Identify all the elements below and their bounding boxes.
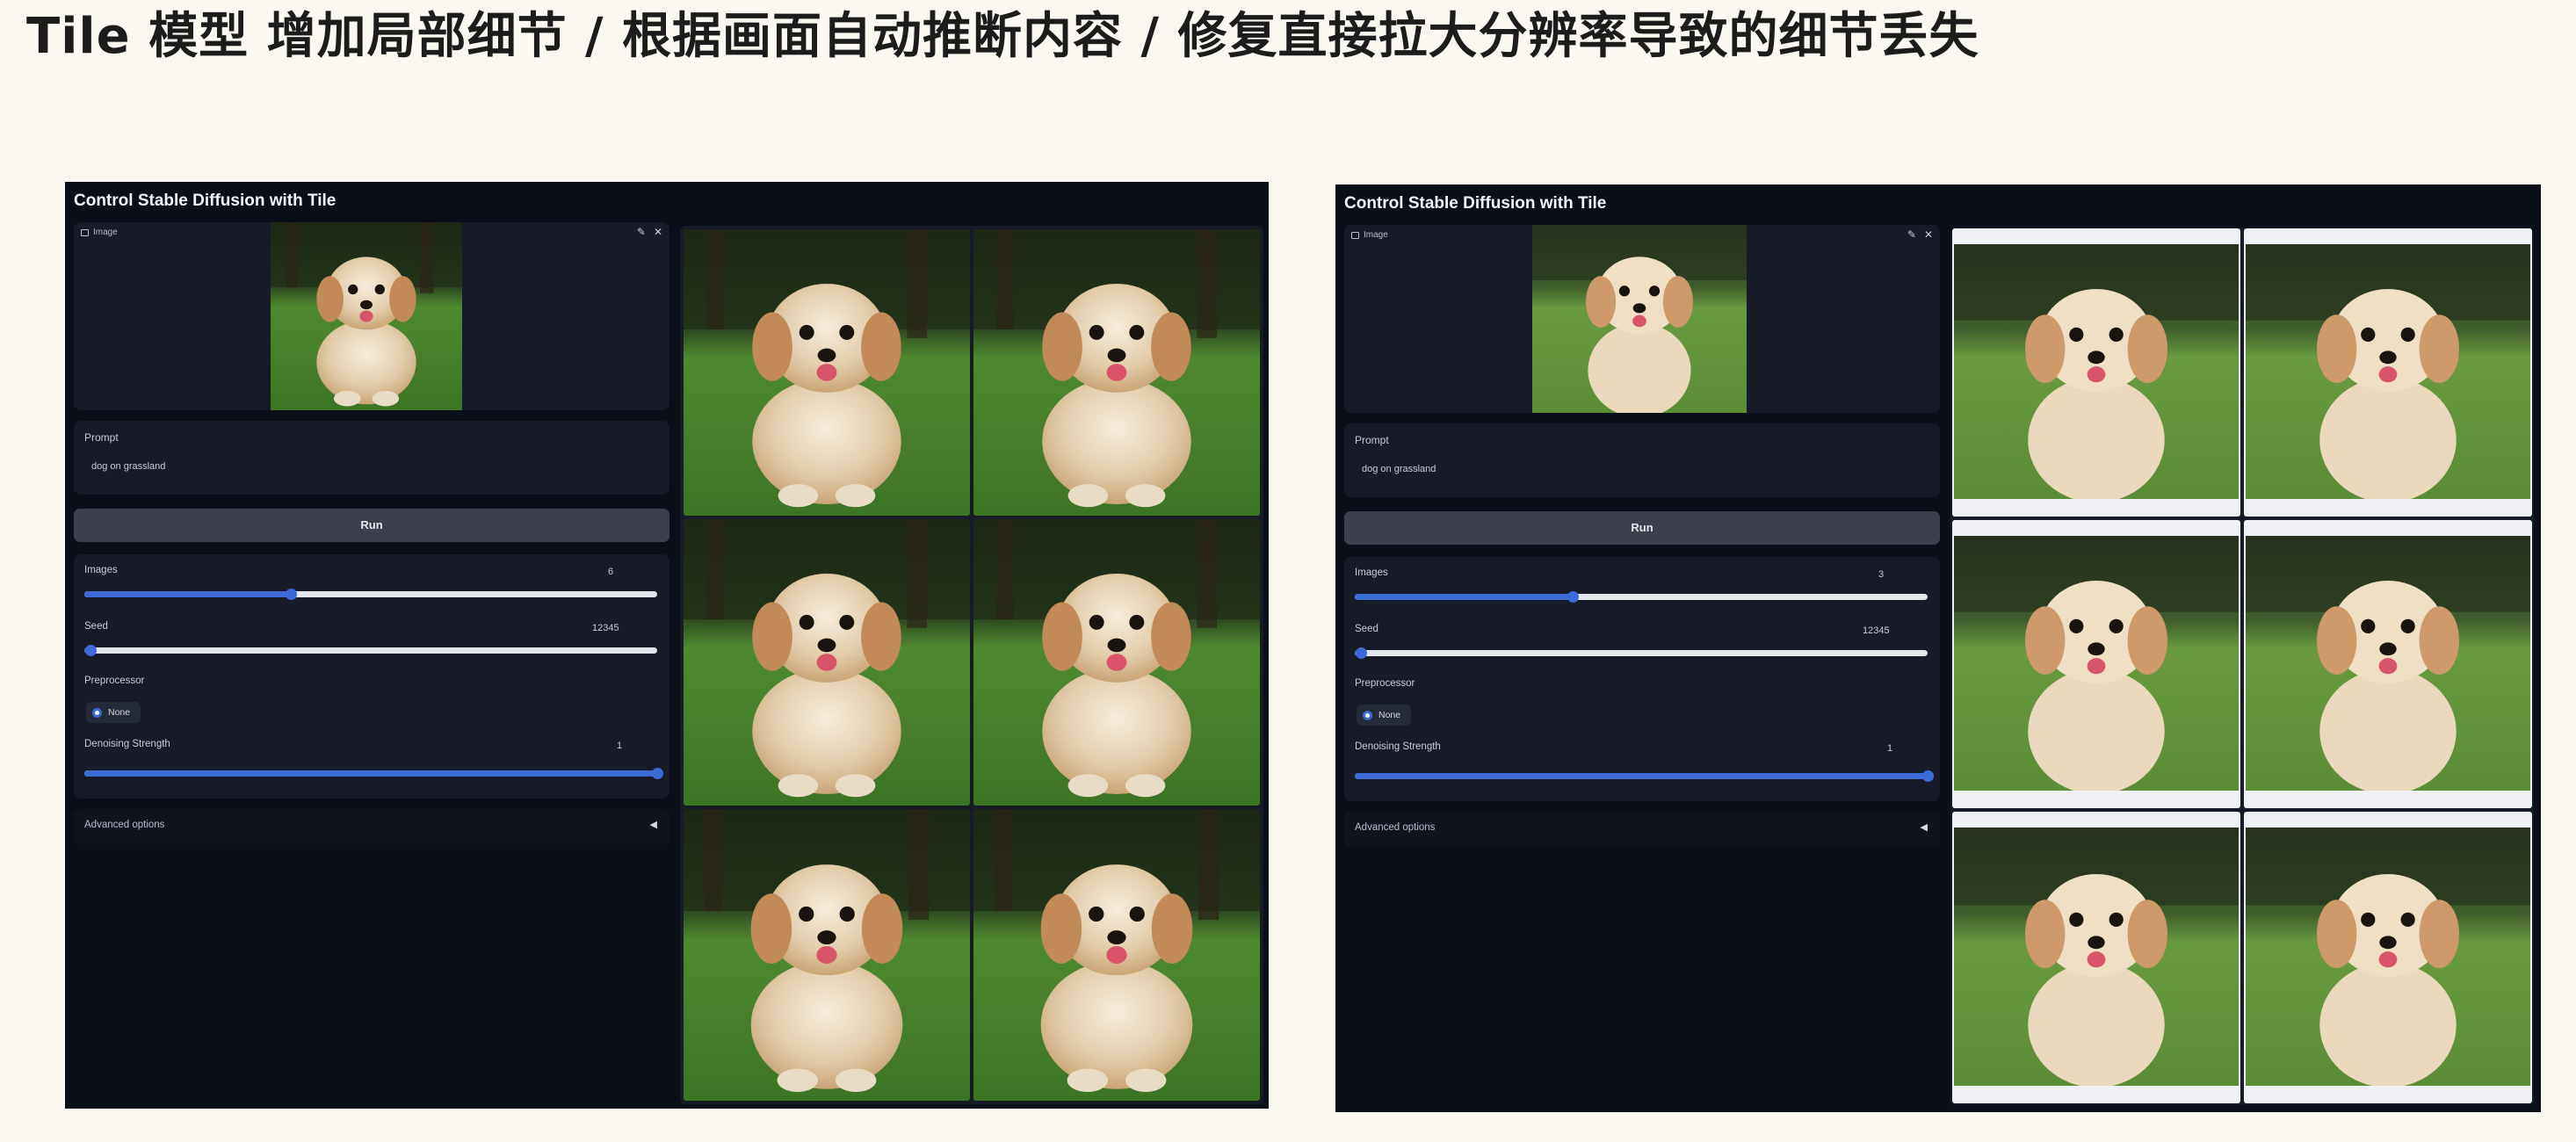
run-button[interactable]: Run [1344,511,1940,545]
preprocessor-label: Preprocessor [84,676,145,686]
radio-selected-icon [1363,710,1372,720]
prompt-input[interactable]: dog on grassland [1362,464,1436,474]
run-button[interactable]: Run [74,509,669,542]
gallery-image-frame[interactable] [1952,520,2240,808]
close-icon[interactable]: ✕ [1924,228,1933,241]
denoise-label: Denoising Strength [1355,741,1441,752]
denoise-value[interactable]: 1 [617,741,622,751]
controls-panel: Images 3 Seed 12345 Preprocessor None De… [1344,557,1940,801]
gallery-image [1954,244,2239,499]
denoise-slider-fill [1355,773,1928,779]
advanced-options-label: Advanced options [1355,822,1436,833]
preprocessor-option-label: None [1378,710,1401,720]
seed-value[interactable]: 12345 [592,623,619,633]
gallery-image [1954,536,2239,791]
seed-slider-thumb[interactable] [1355,647,1367,659]
gallery-image[interactable] [973,809,1260,1101]
images-slider[interactable] [84,589,657,600]
triangle-left-icon[interactable]: ◀ [650,819,657,830]
image-label-text: Image [1364,230,1388,240]
denoise-slider[interactable] [1355,770,1934,782]
images-value[interactable]: 3 [1878,569,1884,580]
images-slider-thumb[interactable] [285,589,297,600]
app-title: Control Stable Diffusion with Tile [1344,194,1607,213]
gallery-image[interactable] [684,809,970,1101]
preprocessor-radio-none[interactable]: None [86,702,141,723]
image-input-panel[interactable]: Image ✎ ✕ [74,222,669,410]
image-input-panel[interactable]: Image ✎ ✕ [1344,225,1940,413]
gallery-image-frame[interactable] [2244,228,2532,517]
gallery-image [2246,536,2530,791]
gallery-image [1954,828,2239,1086]
prompt-label: Prompt [1355,434,1389,446]
prompt-input[interactable]: dog on grassland [91,461,165,472]
seed-label: Seed [84,621,108,632]
pencil-icon[interactable]: ✎ [637,226,646,238]
denoise-slider[interactable] [84,768,663,779]
image-label: Image [1351,230,1388,240]
preprocessor-option-label: None [108,707,131,718]
seed-value[interactable]: 12345 [1863,625,1890,636]
seed-slider-thumb[interactable] [84,645,97,656]
seed-slider[interactable] [84,645,657,656]
app-window-left: Control Stable Diffusion with Tile Image… [65,182,1269,1109]
preprocessor-label: Preprocessor [1355,678,1415,689]
pencil-icon[interactable]: ✎ [1907,228,1916,241]
images-label: Images [84,565,118,575]
images-label: Images [1355,567,1388,578]
image-tools: ✎ ✕ [1907,228,1933,241]
gallery-image [2246,244,2530,499]
gallery-image[interactable] [973,229,1260,516]
slide-title: Tile 模型 增加局部细节 / 根据画面自动推断内容 / 修复直接拉大分辨率导… [26,8,1979,65]
advanced-options-label: Advanced options [84,820,165,830]
seed-slider[interactable] [1355,647,1928,659]
gallery-image-frame[interactable] [1952,228,2240,517]
gallery-image-frame[interactable] [1952,812,2240,1103]
app-window-right: Control Stable Diffusion with Tile Image… [1335,184,2541,1112]
prompt-panel: Prompt dog on grassland [1344,423,1940,497]
advanced-options-accordion[interactable]: Advanced options ◀ [74,809,669,844]
images-slider[interactable] [1355,591,1928,603]
gallery-image[interactable] [684,229,970,516]
prompt-panel: Prompt dog on grassland [74,421,669,495]
images-value[interactable]: 6 [608,567,613,577]
app-title: Control Stable Diffusion with Tile [74,192,336,210]
image-label-text: Image [93,228,118,237]
image-icon [81,228,89,236]
input-dog-image [1532,225,1747,413]
gallery-image [2246,828,2530,1086]
prompt-label: Prompt [84,431,119,444]
gallery-image-frame[interactable] [2244,520,2532,808]
controls-panel: Images 6 Seed 12345 Preprocessor None De… [74,554,669,799]
advanced-options-accordion[interactable]: Advanced options ◀ [1344,812,1940,847]
gallery-image[interactable] [684,519,970,806]
denoise-slider-fill [84,770,657,777]
images-slider-fill [84,591,291,597]
gallery-image[interactable] [973,519,1260,806]
gallery-image-frame[interactable] [2244,812,2532,1103]
image-icon [1351,231,1359,239]
output-gallery [1950,228,2534,1105]
output-gallery [680,226,1263,1104]
denoise-value[interactable]: 1 [1887,743,1892,754]
input-dog-image [271,222,462,410]
image-label: Image [81,228,118,237]
images-slider-fill [1355,594,1573,600]
denoise-slider-thumb[interactable] [1922,770,1934,782]
denoise-label: Denoising Strength [84,739,170,749]
image-tools: ✎ ✕ [637,226,662,238]
close-icon[interactable]: ✕ [654,226,662,238]
triangle-left-icon[interactable]: ◀ [1921,821,1928,833]
radio-selected-icon [92,707,102,718]
seed-label: Seed [1355,624,1378,634]
images-slider-thumb[interactable] [1567,591,1579,603]
denoise-slider-thumb[interactable] [652,768,663,779]
preprocessor-radio-none[interactable]: None [1357,705,1411,726]
